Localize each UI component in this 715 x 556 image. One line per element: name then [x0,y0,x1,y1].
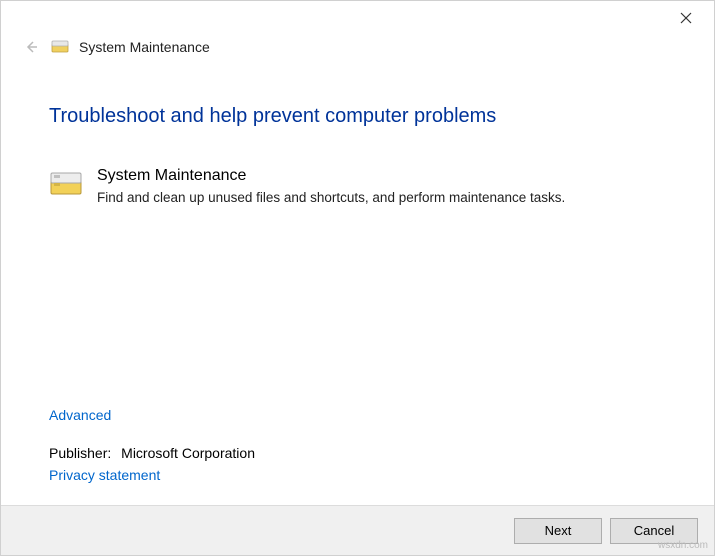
maintenance-icon [49,166,83,200]
item-description: Find and clean up unused files and short… [97,189,666,208]
header-title: System Maintenance [79,39,210,55]
publisher-label: Publisher: [49,445,111,461]
close-button[interactable] [670,4,702,32]
item-title: System Maintenance [97,166,666,187]
back-arrow-icon [23,39,39,55]
next-button[interactable]: Next [514,518,602,544]
troubleshooter-header-icon [51,38,69,56]
button-bar: Next Cancel [1,505,714,555]
watermark: wsxdn.com [658,540,708,551]
content-area: Troubleshoot and help prevent computer p… [1,75,714,208]
bottom-info: Advanced Publisher: Microsoft Corporatio… [49,407,255,483]
titlebar [1,1,714,35]
troubleshooter-text: System Maintenance Find and clean up unu… [97,166,666,208]
privacy-link[interactable]: Privacy statement [49,467,160,483]
close-icon [680,12,692,24]
page-heading: Troubleshoot and help prevent computer p… [49,105,666,128]
troubleshooter-item: System Maintenance Find and clean up unu… [49,166,666,208]
advanced-link[interactable]: Advanced [49,407,111,423]
publisher-line: Publisher: Microsoft Corporation [49,445,255,461]
wizard-header: System Maintenance [1,35,714,75]
back-button[interactable] [21,37,41,57]
publisher-value: Microsoft Corporation [121,445,255,461]
